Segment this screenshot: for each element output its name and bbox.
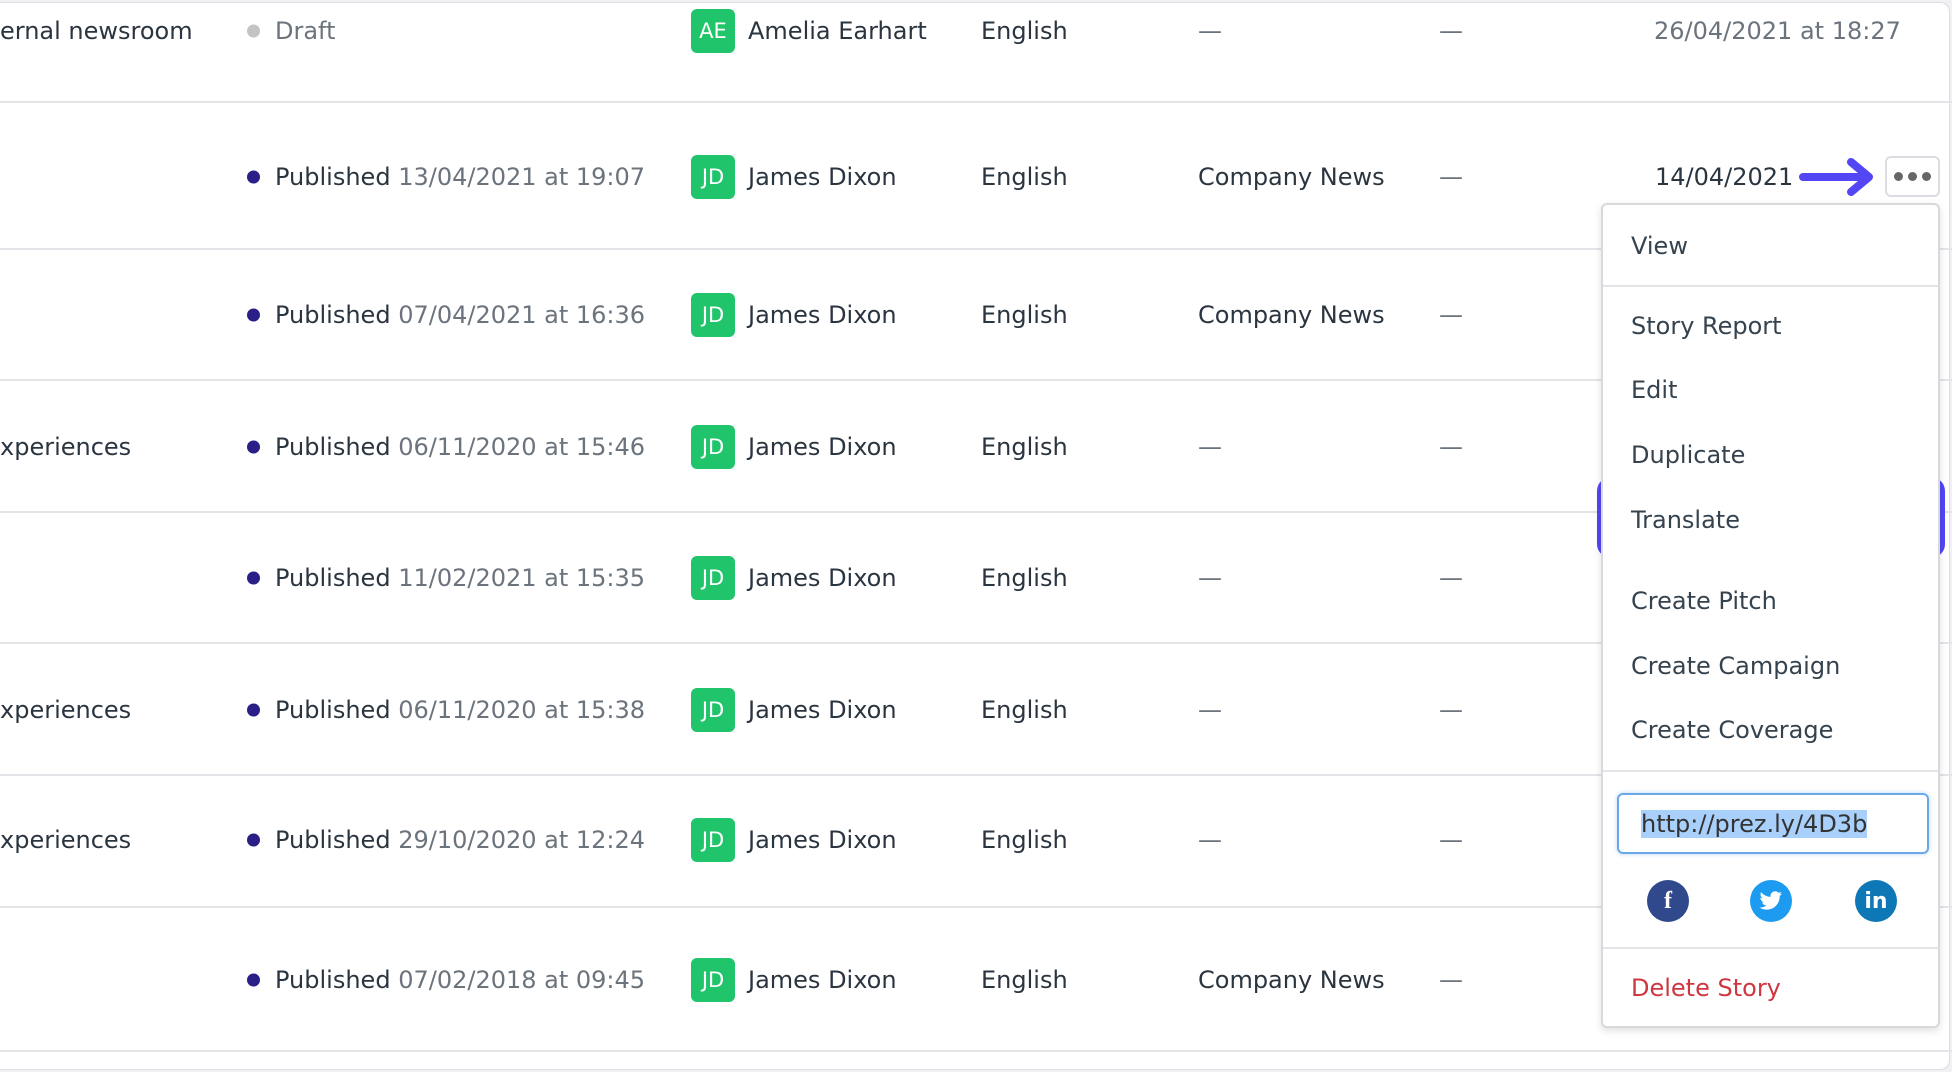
dot-icon bbox=[1894, 172, 1903, 181]
status-dot-icon bbox=[247, 833, 260, 847]
author-name: James Dixon bbox=[748, 433, 897, 461]
category: Company News bbox=[1198, 966, 1385, 994]
status-dot-icon bbox=[247, 170, 260, 184]
avatar: JD bbox=[691, 958, 735, 1002]
status-text: Published 11/02/2021 at 15:35 bbox=[275, 564, 646, 592]
divider bbox=[1603, 770, 1938, 772]
language: English bbox=[981, 17, 1068, 45]
avatar: JD bbox=[691, 293, 735, 337]
story-actions-menu: View Story Report Edit Duplicate Transla… bbox=[1601, 203, 1940, 1028]
extra-column: — bbox=[1439, 433, 1463, 461]
category: — bbox=[1198, 564, 1222, 592]
divider bbox=[1603, 947, 1938, 949]
status-dot-icon bbox=[247, 24, 260, 38]
status-text: Published 07/02/2018 at 09:45 bbox=[275, 966, 646, 994]
author-name: James Dixon bbox=[748, 826, 897, 854]
author-name: James Dixon bbox=[748, 696, 897, 724]
extra-column: — bbox=[1439, 826, 1463, 854]
category: Company News bbox=[1198, 163, 1385, 191]
category: — bbox=[1198, 433, 1222, 461]
status-text: Published 13/04/2021 at 19:07 bbox=[275, 163, 646, 191]
date: 14/04/2021 bbox=[1655, 163, 1794, 191]
language: English bbox=[981, 696, 1068, 724]
category: — bbox=[1198, 696, 1222, 724]
author-name: James Dixon bbox=[748, 564, 897, 592]
story-title[interactable]: xperiences bbox=[0, 826, 131, 854]
status-text: Published 07/04/2021 at 16:36 bbox=[275, 301, 646, 329]
linkedin-icon[interactable]: in bbox=[1855, 880, 1897, 922]
avatar: AE bbox=[691, 9, 735, 53]
category: — bbox=[1198, 17, 1222, 45]
author-name: James Dixon bbox=[748, 163, 897, 191]
story-title[interactable]: ernal newsroom bbox=[0, 17, 193, 45]
language: English bbox=[981, 433, 1068, 461]
category: — bbox=[1198, 826, 1222, 854]
avatar: JD bbox=[691, 688, 735, 732]
author-name: James Dixon bbox=[748, 301, 897, 329]
avatar: JD bbox=[691, 818, 735, 862]
menu-item-story-report[interactable]: Story Report bbox=[1631, 312, 1782, 340]
extra-column: — bbox=[1439, 301, 1463, 329]
date: 26/04/2021 at 18:27 bbox=[1654, 17, 1901, 45]
status-dot-icon bbox=[247, 973, 260, 987]
arrow-right-icon bbox=[1799, 158, 1873, 196]
avatar: JD bbox=[691, 425, 735, 469]
divider bbox=[1603, 285, 1938, 287]
language: English bbox=[981, 966, 1068, 994]
language: English bbox=[981, 163, 1068, 191]
story-title[interactable]: xperiences bbox=[0, 433, 131, 461]
menu-item-edit[interactable]: Edit bbox=[1631, 376, 1677, 404]
menu-item-create-campaign[interactable]: Create Campaign bbox=[1631, 652, 1840, 680]
status-dot-icon bbox=[247, 440, 260, 454]
twitter-icon[interactable] bbox=[1750, 880, 1792, 922]
language: English bbox=[981, 564, 1068, 592]
facebook-icon[interactable]: f bbox=[1647, 880, 1689, 922]
status-text: Draft bbox=[275, 17, 336, 45]
status-text: Published 06/11/2020 at 15:38 bbox=[275, 696, 646, 724]
short-url-input[interactable]: http://prez.ly/4D3b bbox=[1617, 793, 1929, 854]
dot-icon bbox=[1922, 172, 1931, 181]
category: Company News bbox=[1198, 301, 1385, 329]
status-dot-icon bbox=[247, 571, 260, 585]
menu-item-translate[interactable]: Translate bbox=[1631, 506, 1740, 534]
status-dot-icon bbox=[247, 703, 260, 717]
more-actions-button[interactable] bbox=[1885, 156, 1940, 197]
status-text: Published 29/10/2020 at 12:24 bbox=[275, 826, 646, 854]
dot-icon bbox=[1908, 172, 1917, 181]
table-row[interactable]: ernal newsroom Draft AE Amelia Earhart E… bbox=[0, 0, 1952, 103]
avatar: JD bbox=[691, 556, 735, 600]
language: English bbox=[981, 826, 1068, 854]
language: English bbox=[981, 301, 1068, 329]
author-name: Amelia Earhart bbox=[748, 17, 927, 45]
extra-column: — bbox=[1439, 564, 1463, 592]
menu-item-create-pitch[interactable]: Create Pitch bbox=[1631, 587, 1777, 615]
extra-column: — bbox=[1439, 17, 1463, 45]
status-text: Published 06/11/2020 at 15:46 bbox=[275, 433, 646, 461]
extra-column: — bbox=[1439, 163, 1463, 191]
menu-item-create-coverage[interactable]: Create Coverage bbox=[1631, 716, 1833, 744]
extra-column: — bbox=[1439, 966, 1463, 994]
menu-item-view[interactable]: View bbox=[1631, 232, 1688, 260]
avatar: JD bbox=[691, 155, 735, 199]
status-dot-icon bbox=[247, 308, 260, 322]
story-title[interactable]: xperiences bbox=[0, 696, 131, 724]
menu-item-duplicate[interactable]: Duplicate bbox=[1631, 441, 1745, 469]
author-name: James Dixon bbox=[748, 966, 897, 994]
delete-story-button[interactable]: Delete Story bbox=[1631, 974, 1781, 1002]
extra-column: — bbox=[1439, 696, 1463, 724]
